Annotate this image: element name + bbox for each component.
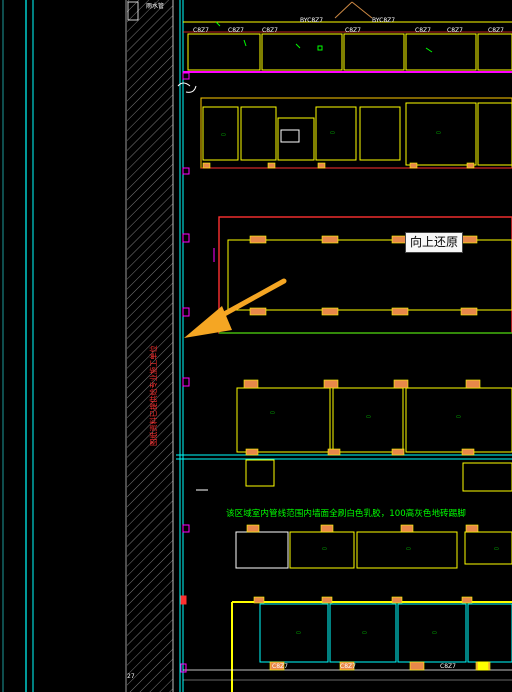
top-rooms [183, 1, 512, 73]
top-labels: C8Z7 C8Z7 C8Z7 BYC8Z7 C8Z7 BYC8Z7 C8Z7 C… [193, 17, 504, 34]
svg-text:▭: ▭ [221, 132, 226, 138]
bottom-label: C8Z7 [340, 663, 356, 670]
corner-label: 雨水管 [146, 2, 164, 10]
room-row-1 [200, 97, 512, 169]
room-row-2 [218, 216, 512, 334]
top-label: BYC8Z7 [300, 17, 323, 24]
bottom-label: C8Z7 [440, 663, 456, 670]
top-label: C8Z7 [447, 27, 463, 34]
svg-text:▭: ▭ [322, 546, 327, 552]
tooltip-label: 向上还原 [410, 235, 459, 249]
axis-markers [177, 72, 197, 673]
top-label: C8Z7 [262, 27, 278, 34]
green-annotation: 该区域室内管线范围内墙面全刷白色乳胶，100高灰色地砖踢脚 [226, 507, 466, 519]
svg-text:▭: ▭ [330, 130, 335, 136]
bottom-right-marker [477, 661, 489, 671]
bottom-labels: C8Z7 C8Z7 C8Z7 27 [127, 663, 456, 680]
svg-text:▭: ▭ [456, 414, 461, 420]
top-label: C8Z7 [193, 27, 209, 34]
top-label: BYC8Z7 [372, 17, 395, 24]
svg-text:▭: ▭ [366, 414, 371, 420]
svg-text:▭: ▭ [406, 546, 411, 552]
cad-drawing-canvas[interactable]: C8Z7 C8Z7 C8Z7 BYC8Z7 C8Z7 BYC8Z7 C8Z7 C… [0, 0, 512, 692]
bottom-rooms [183, 601, 512, 692]
svg-text:▭: ▭ [436, 130, 441, 136]
top-label: C8Z7 [345, 27, 361, 34]
left-border-lines [2, 0, 127, 692]
red-vertical-annotation: 图纸资料已提供给专业施工单位 [149, 345, 158, 446]
restore-up-tooltip[interactable]: 向上还原 [405, 232, 464, 253]
top-label: C8Z7 [228, 27, 244, 34]
room-row-3 [236, 387, 512, 492]
top-label: C8Z7 [415, 27, 431, 34]
svg-text:▭: ▭ [270, 410, 275, 416]
svg-text:▭: ▭ [494, 546, 499, 552]
left-edge-label: 27 [127, 673, 135, 680]
room-row-4 [235, 531, 512, 569]
svg-text:▭: ▭ [362, 630, 367, 636]
green-details [196, 21, 433, 491]
bottom-label: C8Z7 [272, 663, 288, 670]
svg-text:▭: ▭ [432, 630, 437, 636]
svg-text:▭: ▭ [296, 630, 301, 636]
axis-lines [176, 0, 512, 692]
top-label: C8Z7 [488, 27, 504, 34]
